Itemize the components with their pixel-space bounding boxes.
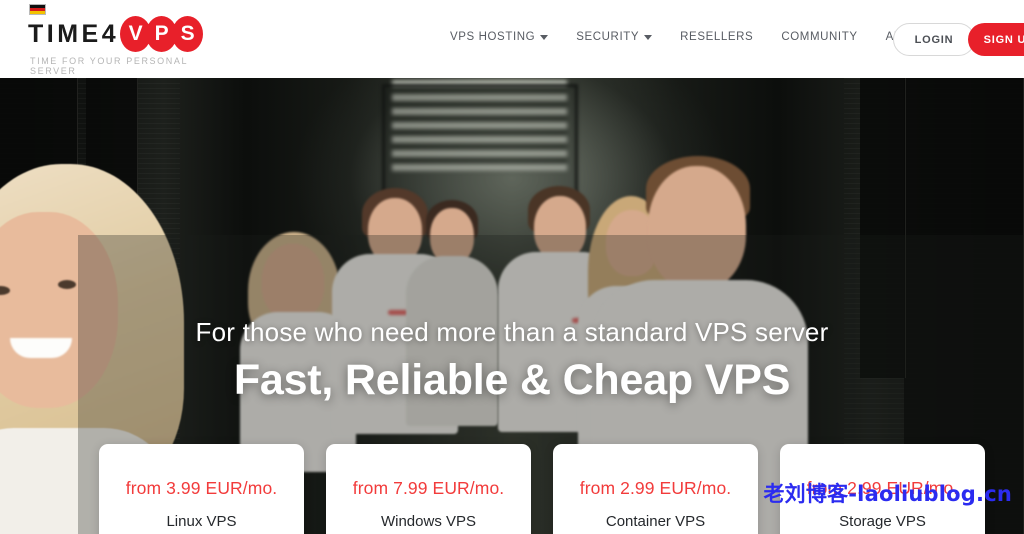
nav-label: COMMUNITY	[781, 31, 858, 43]
pricing-card-windows-vps[interactable]: from 7.99 EUR/mo. Windows VPS VIEW PLANS	[326, 444, 531, 534]
hero-section: For those who need more than a standard …	[0, 78, 1024, 534]
watermark: 老刘博客-laoliublog.cn	[763, 482, 1012, 506]
pricing-card-linux-vps[interactable]: from 3.99 EUR/mo. Linux VPS VIEW PLANS	[99, 444, 304, 534]
card-price: from 3.99 EUR/mo.	[125, 478, 278, 498]
chevron-down-icon	[644, 34, 653, 40]
login-button[interactable]: LOGIN	[893, 23, 975, 56]
card-title: Container VPS	[605, 513, 706, 530]
eye-right	[58, 280, 76, 289]
card-title: Windows VPS	[380, 513, 477, 530]
site-header: TIME4 V P S TIME FOR YOUR PERSONAL SERVE…	[0, 0, 1024, 78]
card-price: from 2.99 EUR/mo.	[579, 478, 732, 498]
card-title: Storage VPS	[839, 513, 926, 530]
chevron-down-icon	[540, 34, 549, 40]
pricing-card-container-vps[interactable]: from 2.99 EUR/mo. Container VPS VIEW PLA…	[553, 444, 758, 534]
logo[interactable]: TIME4 V P S	[14, 16, 214, 52]
signup-button[interactable]: SIGN UP	[968, 23, 1024, 56]
card-price: from 7.99 EUR/mo.	[352, 478, 505, 498]
nav-item-community[interactable]: COMMUNITY	[781, 31, 857, 43]
logo-circle-p: P	[146, 16, 178, 52]
nav-item-vps-hosting[interactable]: VPS HOSTING	[450, 31, 549, 43]
german-flag-icon[interactable]	[29, 4, 46, 15]
logo-block[interactable]: TIME4 V P S TIME FOR YOUR PERSONAL SERVE…	[14, 4, 214, 76]
nav-label: VPS HOSTING	[450, 31, 536, 43]
page-root: TIME4 V P S TIME FOR YOUR PERSONAL SERVE…	[0, 0, 1024, 534]
logo-wordmark: TIME4	[28, 19, 120, 48]
logo-vps-circles: V P S	[120, 16, 204, 52]
nav-item-resellers[interactable]: RESELLERS	[680, 31, 753, 43]
nav-label: SECURITY	[576, 31, 640, 43]
main-navigation: VPS HOSTING SECURITY RESELLERS COMMUNITY…	[450, 31, 949, 43]
nav-label: RESELLERS	[680, 31, 754, 43]
card-title: Linux VPS	[166, 513, 237, 530]
logo-tagline: TIME FOR YOUR PERSONAL SERVER	[30, 56, 188, 76]
nav-item-security[interactable]: SECURITY	[576, 31, 653, 43]
